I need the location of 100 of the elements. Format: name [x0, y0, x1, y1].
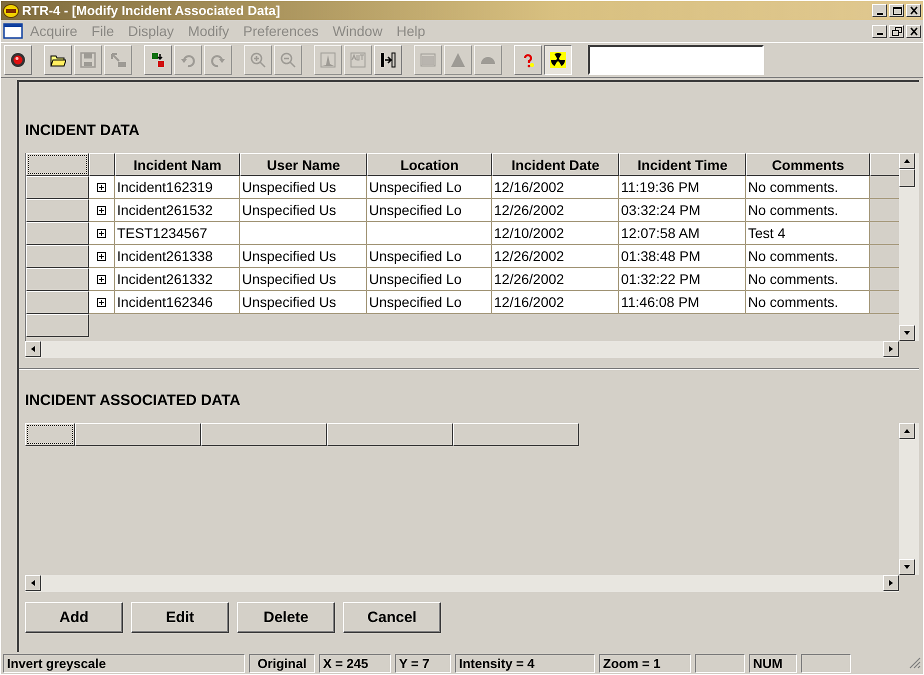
- table-cell: Unspecified Lo: [367, 291, 492, 314]
- row-header[interactable]: [26, 268, 89, 291]
- triangle-right-icon: [889, 579, 893, 587]
- row-header[interactable]: [26, 245, 89, 268]
- restore-icon: [892, 26, 902, 36]
- corner-header: [26, 153, 89, 176]
- table-cell: Test 4: [746, 222, 870, 245]
- table-cell: Unspecified Lo: [367, 176, 492, 199]
- action-button[interactable]: Delete: [237, 602, 335, 633]
- table-cell: Unspecified Us: [240, 291, 367, 314]
- minimize-icon: [876, 33, 882, 35]
- table-cell: Unspecified Lo: [367, 245, 492, 268]
- close-icon: [908, 6, 918, 15]
- table-cell: 12/26/2002: [492, 245, 619, 268]
- action-button[interactable]: Add: [25, 602, 123, 633]
- table-cell: No comments.: [746, 245, 870, 268]
- column-header[interactable]: Incident Time: [619, 153, 746, 176]
- table-cell: 12/10/2002: [492, 222, 619, 245]
- status-bar-panel: Intensity = 4: [455, 654, 595, 672]
- expand-icon[interactable]: [97, 182, 106, 192]
- table-cell: Incident261332: [115, 268, 240, 291]
- scroll-up-button[interactable]: [899, 153, 915, 169]
- column-header: [870, 153, 899, 176]
- table-cell: Unspecified Us: [240, 268, 367, 291]
- toolbar-button[interactable]: [544, 45, 572, 75]
- section-heading: INCIDENT DATA: [25, 122, 140, 139]
- triangle-icon: [450, 52, 466, 68]
- minimize-button[interactable]: [872, 4, 887, 17]
- scroll-thumb[interactable]: [899, 169, 915, 187]
- vertical-scrollbar[interactable]: [899, 423, 919, 575]
- column-header[interactable]: Comments: [746, 153, 870, 176]
- scroll-down-button[interactable]: [899, 559, 915, 575]
- expand-icon[interactable]: [97, 228, 106, 238]
- row-header[interactable]: [26, 199, 89, 222]
- scroll-up-button[interactable]: [899, 423, 915, 439]
- table-cell: No comments.: [746, 291, 870, 314]
- scroll-left-button[interactable]: [25, 341, 41, 357]
- expand-icon[interactable]: [97, 206, 106, 214]
- row-header[interactable]: [26, 222, 89, 245]
- scroll-right-button[interactable]: [883, 341, 899, 357]
- column-header[interactable]: [453, 423, 579, 446]
- document-arrow-icon: [110, 52, 126, 68]
- action-button[interactable]: Edit: [131, 602, 229, 633]
- table-cell: Unspecified Us: [240, 199, 367, 222]
- column-header[interactable]: Location: [367, 153, 492, 176]
- toolbar-text-field[interactable]: [588, 45, 764, 75]
- zoom-in-icon: [250, 52, 266, 68]
- table-cell: 12:07:58 AM: [619, 222, 746, 245]
- redo-icon: [210, 52, 226, 68]
- minimize-button[interactable]: [872, 24, 887, 38]
- record-icon: [10, 52, 26, 68]
- scroll-down-button[interactable]: [899, 325, 915, 341]
- action-button[interactable]: Cancel: [343, 602, 441, 633]
- undo-icon: [180, 52, 196, 68]
- table-cell: Incident261532: [115, 199, 240, 222]
- table-cell: 12/26/2002: [492, 268, 619, 291]
- scroll-right-button[interactable]: [883, 575, 899, 591]
- status-bar-panel: Invert greyscale: [3, 654, 245, 672]
- vertical-scrollbar[interactable]: [899, 153, 919, 341]
- table-cell: 12/16/2002: [492, 176, 619, 199]
- table-cell: 11:46:08 PM: [619, 291, 746, 314]
- table-cell: TEST1234567: [115, 222, 240, 245]
- zoom-out-icon: [280, 52, 296, 68]
- table-cell: Unspecified Us: [240, 176, 367, 199]
- triangle-right-icon: [889, 345, 893, 353]
- column-header[interactable]: Incident Nam: [115, 153, 240, 176]
- restore-button[interactable]: [889, 24, 904, 38]
- transfer-icon: [150, 52, 166, 68]
- horizontal-scrollbar[interactable]: [25, 575, 899, 592]
- expand-icon[interactable]: [97, 252, 106, 260]
- corner-header: [25, 423, 75, 446]
- close-icon: [908, 26, 918, 36]
- close-button[interactable]: [906, 4, 921, 17]
- column-header[interactable]: [201, 423, 327, 446]
- auto-histogram-icon: [350, 52, 366, 68]
- maximize-icon: [892, 6, 902, 15]
- row-header[interactable]: [26, 176, 89, 199]
- column-header[interactable]: [327, 423, 453, 446]
- split-arrow-icon: [380, 52, 396, 68]
- triangle-up-icon: [903, 429, 911, 433]
- status-bar-panel: Y = 7: [395, 654, 451, 672]
- triangle-down-icon: [903, 565, 911, 569]
- triangle-up-icon: [903, 159, 911, 163]
- document-window-icon: [3, 23, 23, 39]
- table-cell: Incident162319: [115, 176, 240, 199]
- column-header[interactable]: User Name: [240, 153, 367, 176]
- row-header[interactable]: [26, 314, 89, 337]
- expand-icon[interactable]: [97, 298, 106, 306]
- close-button[interactable]: [906, 24, 921, 38]
- window-title: RTR-4 - [Modify Incident Associated Data]: [22, 3, 282, 18]
- table-cell: 12/16/2002: [492, 291, 619, 314]
- table-cell: 01:32:22 PM: [619, 268, 746, 291]
- column-header[interactable]: [75, 423, 201, 446]
- scroll-left-button[interactable]: [25, 575, 41, 591]
- expand-icon[interactable]: [97, 274, 106, 284]
- horizontal-scrollbar[interactable]: [25, 341, 899, 358]
- column-header[interactable]: Incident Date: [492, 153, 619, 176]
- row-header[interactable]: [26, 291, 89, 314]
- maximize-button[interactable]: [889, 4, 904, 17]
- status-bar-panel: NUM: [749, 654, 797, 672]
